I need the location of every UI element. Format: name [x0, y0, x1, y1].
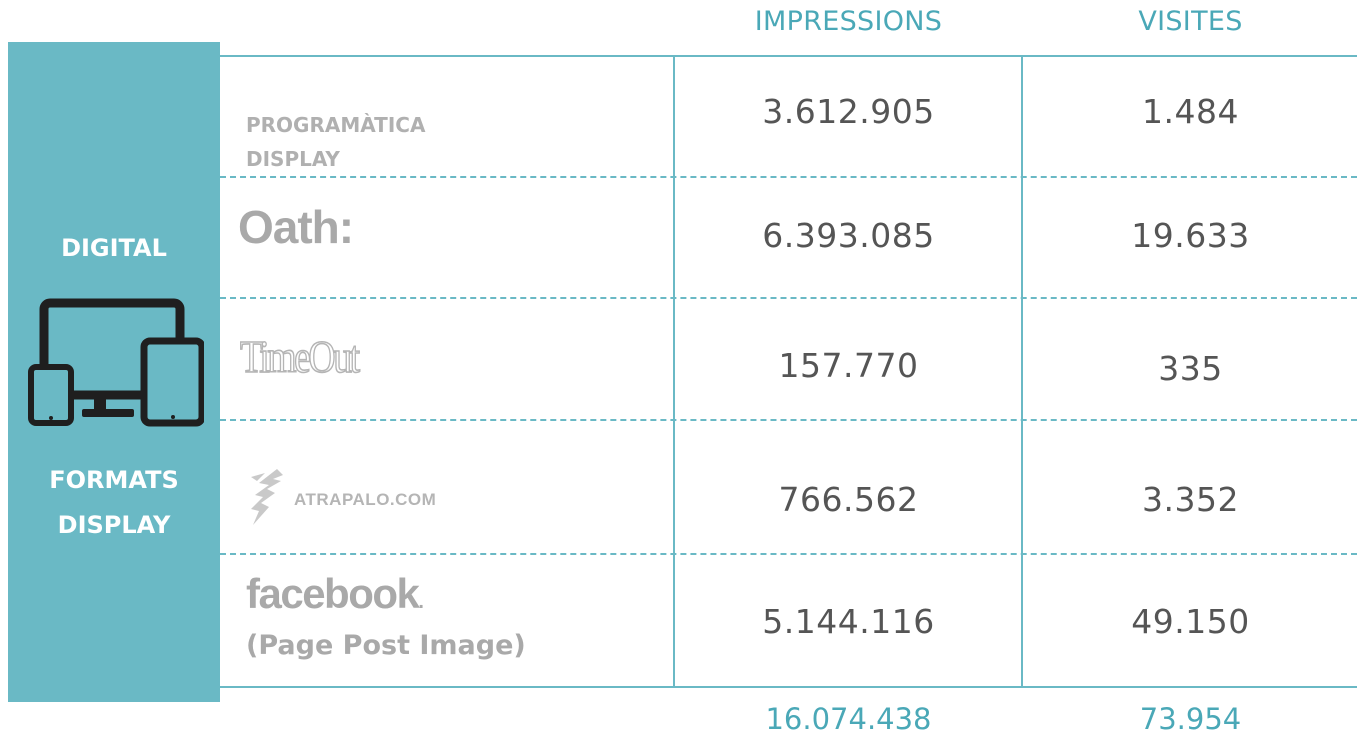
- impressions-cell: 3.612.905: [762, 92, 935, 131]
- impressions-cell: 766.562: [778, 480, 919, 519]
- atrapalo-icon: [251, 469, 283, 525]
- oath-logo: Oath:: [238, 201, 354, 253]
- facebook-subtitle: (Page Post Image): [246, 630, 526, 661]
- visites-total: 73.954: [1139, 702, 1242, 736]
- timeout-logo: TimeOut: [239, 330, 360, 383]
- impressions-total: 16.074.438: [765, 702, 932, 736]
- row-name-programatica: PROGRAMÀTICA DISPLAY: [246, 113, 426, 171]
- devices-icon: [28, 298, 204, 427]
- impressions-cell: 6.393.085: [762, 216, 935, 255]
- visites-cell: 49.150: [1131, 602, 1250, 641]
- footer-rule: [220, 686, 1357, 688]
- display-label: DISPLAY: [57, 511, 171, 539]
- visites-cell: 3.352: [1142, 480, 1239, 519]
- visites-header: VISITES: [1138, 6, 1243, 37]
- visites-cell: 19.633: [1131, 216, 1250, 255]
- impressions-cell: 157.770: [778, 346, 919, 385]
- atrapalo-logo: ATRAPALO.COM: [294, 490, 437, 509]
- impressions-header: IMPRESSIONS: [754, 6, 943, 37]
- impressions-cell: 5.144.116: [762, 602, 935, 641]
- digital-label: DIGITAL: [61, 234, 167, 262]
- visites-cell: 335: [1158, 349, 1223, 388]
- formats-label: FORMATS: [49, 466, 179, 494]
- row-divider: [220, 553, 1357, 555]
- sidebar-panel: DIGITAL FORMATS DISPLAY: [8, 42, 220, 702]
- row-divider: [220, 419, 1357, 421]
- header-rule: [220, 55, 1357, 57]
- visites-cell: 1.484: [1142, 92, 1239, 131]
- facebook-logo: facebook.: [246, 570, 424, 617]
- row-divider: [220, 297, 1357, 299]
